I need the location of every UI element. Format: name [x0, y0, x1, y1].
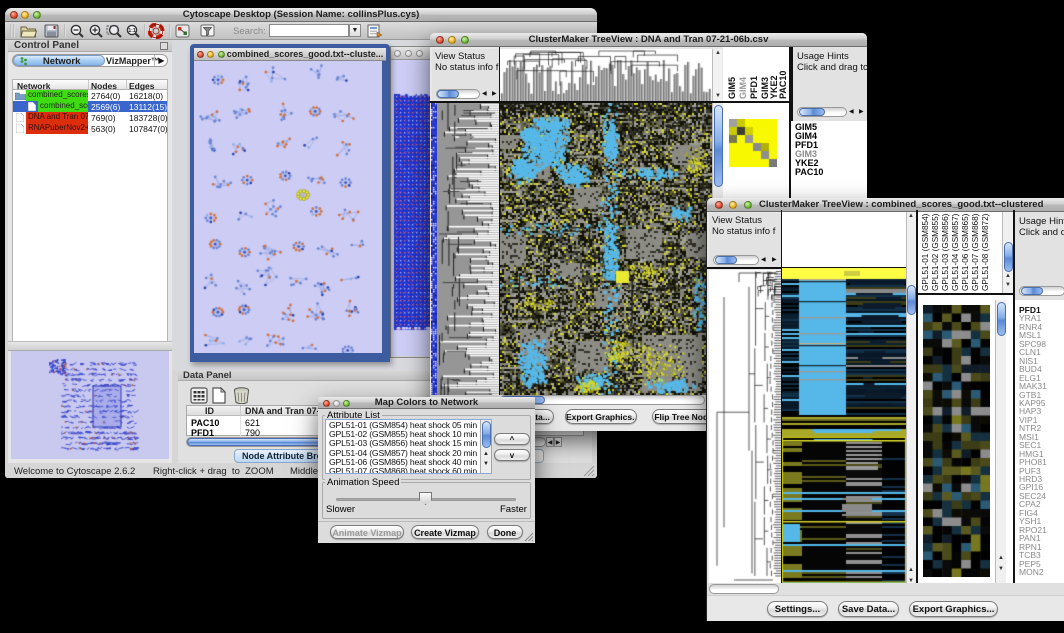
svg-text:1:1: 1:1 [128, 28, 135, 34]
svg-text:PFD1: PFD1 [749, 76, 759, 99]
svg-text:GPL51-04 (GSM857): GPL51-04 (GSM857) [951, 213, 960, 291]
svg-text:GPL51-06 (GSM865): GPL51-06 (GSM865) [961, 213, 970, 291]
svg-text:GPL51-03 (GSM856): GPL51-03 (GSM856) [941, 213, 950, 291]
svg-text:GPL51-01 (GSM854): GPL51-01 (GSM854) [921, 213, 930, 291]
svg-text:GIM4: GIM4 [738, 77, 748, 99]
svg-text:GPL51-07 (GSM868): GPL51-07 (GSM868) [971, 213, 980, 291]
svg-text:GPL51-02 (GSM855): GPL51-02 (GSM855) [931, 213, 940, 291]
svg-text:GPL51-08 (GSM872): GPL51-08 (GSM872) [981, 213, 990, 291]
svg-text:GIM5: GIM5 [727, 77, 737, 99]
svg-text:PAC10: PAC10 [778, 71, 788, 99]
